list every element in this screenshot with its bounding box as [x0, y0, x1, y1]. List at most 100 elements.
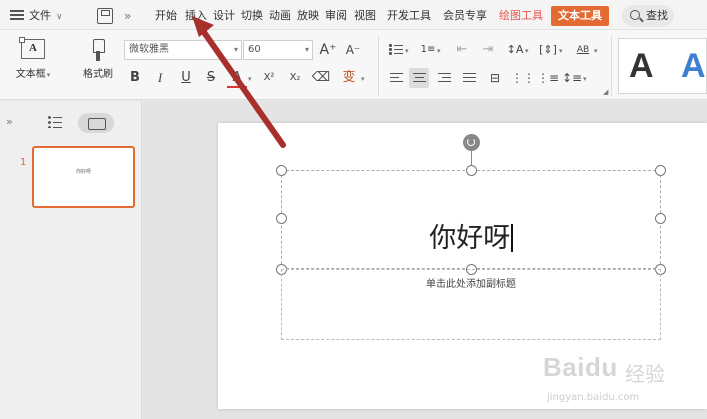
italic-button[interactable]: I	[150, 68, 170, 88]
file-menu-label: 文件	[29, 9, 51, 22]
resize-handle-top-left[interactable]	[276, 165, 287, 176]
font-family-select[interactable]: 微软雅黑 ▾	[124, 40, 242, 60]
columns-icon[interactable]: ⋮⋮	[511, 68, 535, 88]
chevron-down-icon[interactable]: ▾	[583, 75, 587, 83]
tab-label: 设计	[213, 9, 235, 22]
chevron-down-icon[interactable]: ▾	[361, 75, 365, 83]
tab-review[interactable]: 审阅	[322, 6, 350, 26]
dialog-launcher-icon[interactable]: ◢	[603, 88, 608, 96]
font-color-button[interactable]: A	[227, 68, 247, 88]
strikethrough-button[interactable]: S	[201, 68, 221, 88]
bold-button[interactable]: B	[125, 68, 145, 88]
watermark-brand: Baidu	[543, 352, 618, 382]
file-menu-button[interactable]: 文件 ∨	[10, 6, 82, 26]
subscript-button[interactable]: X₂	[285, 68, 305, 88]
increase-indent-icon[interactable]: ⇥	[478, 40, 498, 60]
align-text-icon[interactable]: [⇕]	[538, 40, 558, 60]
chevron-down-icon[interactable]: ▾	[405, 47, 409, 55]
tab-insert[interactable]: 插入	[182, 6, 210, 26]
chevron-down-icon[interactable]: ▾	[594, 47, 598, 55]
chevron-down-icon[interactable]: ▾	[525, 47, 529, 55]
tab-label: 文本工具	[558, 9, 602, 22]
slide-navigation-pane: » 1 你好呀	[0, 101, 142, 419]
line-spacing-icon[interactable]: ↕≡	[562, 68, 582, 88]
chevron-down-icon[interactable]: ▾	[437, 47, 441, 55]
chevron-down-icon: ∨	[56, 12, 63, 22]
text-style-gallery[interactable]: A A	[618, 38, 707, 94]
underline-button[interactable]: U	[176, 68, 196, 88]
tab-label: 开发工具	[387, 9, 431, 22]
tab-animation[interactable]: 动画	[266, 6, 294, 26]
tab-label: 视图	[354, 9, 376, 22]
tab-transition[interactable]: 切换	[238, 6, 266, 26]
align-center-icon[interactable]	[409, 68, 429, 88]
tab-member[interactable]: 会员专享	[438, 6, 492, 26]
tab-label: 切换	[241, 9, 263, 22]
subtitle-placeholder-text: 单击此处添加副标题	[426, 279, 516, 290]
subtitle-placeholder[interactable]: 单击此处添加副标题	[281, 269, 661, 340]
chevron-down-icon: ▾	[46, 71, 51, 79]
align-left-icon[interactable]	[386, 68, 406, 88]
style-sample-black[interactable]: A	[629, 43, 654, 89]
font-family-value: 微软雅黑	[129, 44, 169, 55]
distribute-icon[interactable]: ⊟	[485, 68, 505, 88]
resize-handle-top-right[interactable]	[655, 165, 666, 176]
more-arrows-icon[interactable]: »	[124, 6, 131, 26]
textbox-icon: A	[19, 37, 45, 59]
paragraph-spacing-icon[interactable]: ⋮≡	[537, 68, 559, 88]
chevron-down-icon: ▾	[304, 45, 309, 54]
style-sample-blue[interactable]: A	[681, 43, 706, 89]
expand-pane-icon[interactable]: »	[6, 115, 13, 128]
chevron-down-icon: ▾	[233, 45, 238, 54]
rotate-handle-icon[interactable]	[463, 134, 480, 151]
resize-handle-top[interactable]	[466, 165, 477, 176]
decrease-indent-icon[interactable]: ⇤	[452, 40, 472, 60]
phonetic-guide-button[interactable]: 变	[339, 68, 359, 88]
font-size-value: 60	[248, 44, 261, 55]
tab-label: 插入	[185, 9, 207, 22]
numbered-list-icon[interactable]: 1≡	[418, 40, 438, 60]
shrink-font-icon[interactable]: A⁻	[343, 40, 363, 60]
bullet-list-icon[interactable]	[386, 40, 406, 60]
menu-bar: 文件 ∨ » 开始 插入 设计 切换 动画 放映 审阅 视图 开发工具 会员专享 …	[0, 0, 707, 30]
outline-view-icon[interactable]	[48, 116, 62, 128]
textbox-label: 文本框	[15, 69, 46, 80]
format-painter-button[interactable]: 格式刷	[77, 39, 119, 80]
tab-view[interactable]: 视图	[350, 6, 380, 26]
tab-developer-tools[interactable]: 开发工具	[382, 6, 436, 26]
tab-label: 开始	[155, 9, 177, 22]
menu-icon	[10, 10, 24, 20]
watermark-sub: 经验	[625, 362, 665, 386]
justify-icon[interactable]	[459, 68, 479, 88]
resize-handle-right[interactable]	[655, 213, 666, 224]
tab-start[interactable]: 开始	[151, 6, 181, 26]
ribbon-separator	[611, 36, 612, 96]
slide-thumbnail[interactable]: 你好呀	[32, 146, 135, 208]
search-button[interactable]: 查找	[622, 5, 674, 27]
eraser-icon[interactable]: ⌫	[311, 68, 331, 88]
title-textbox[interactable]: 你好呀	[281, 223, 661, 255]
align-right-icon[interactable]	[434, 68, 454, 88]
tab-drawing-tools[interactable]: 绘图工具	[494, 6, 548, 26]
grow-font-icon[interactable]: A⁺	[318, 40, 338, 60]
slide-number: 1	[20, 157, 27, 168]
font-size-select[interactable]: 60 ▾	[243, 40, 313, 60]
save-icon[interactable]	[97, 8, 113, 24]
chevron-down-icon[interactable]: ▾	[248, 75, 252, 83]
text-direction-icon[interactable]: ↕A	[505, 40, 525, 60]
slides-view-toggle[interactable]	[78, 113, 114, 133]
tab-text-tools[interactable]: 文本工具	[551, 6, 609, 26]
tab-label: 绘图工具	[499, 9, 543, 22]
superscript-button[interactable]: X²	[259, 68, 279, 88]
ribbon-toolbar: A 文本框▾ 格式刷 微软雅黑 ▾ 60 ▾ A⁺ A⁻ B I U S A ▾…	[0, 30, 707, 100]
textbox-button[interactable]: A 文本框▾	[8, 37, 58, 80]
chevron-down-icon[interactable]: ▾	[559, 47, 563, 55]
title-text: 你好呀	[429, 223, 511, 254]
resize-handle-left[interactable]	[276, 213, 287, 224]
watermark-url: jingyan.baidu.com	[547, 392, 640, 403]
tab-slideshow[interactable]: 放映	[294, 6, 322, 26]
brush-icon	[92, 39, 105, 61]
tab-design[interactable]: 设计	[210, 6, 238, 26]
baidu-watermark: Baidu 经验 jingyan.baidu.com	[543, 348, 703, 414]
convert-smartart-icon[interactable]: AB	[573, 40, 593, 60]
